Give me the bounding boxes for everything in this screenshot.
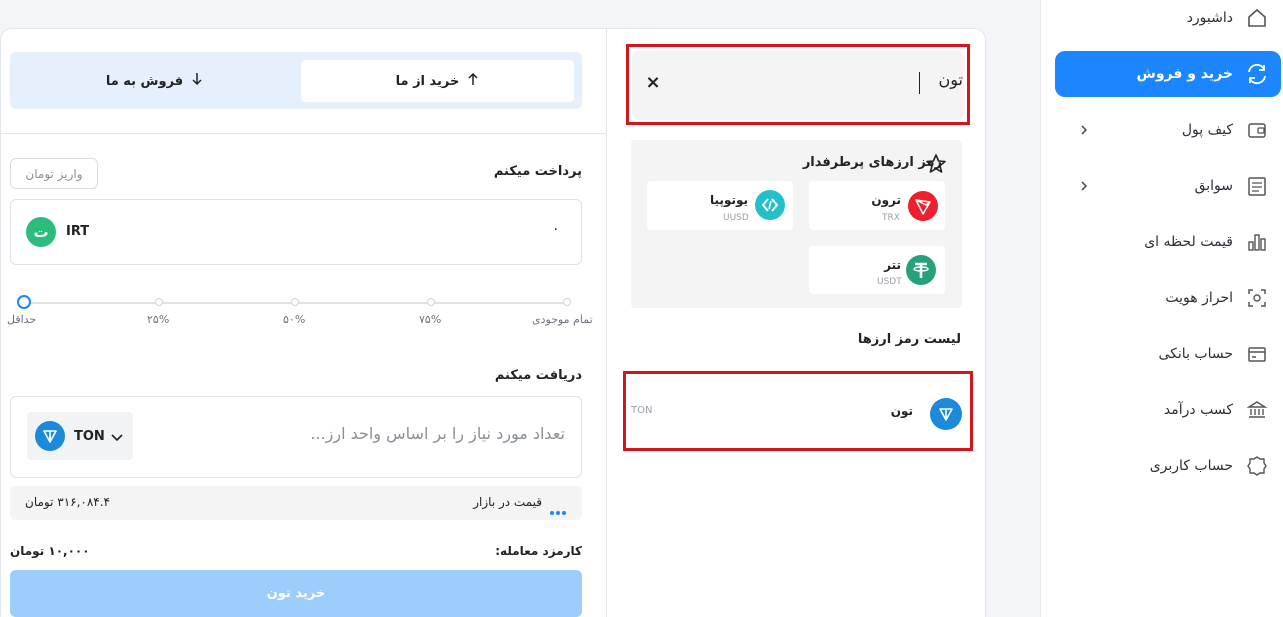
sidebar-item-label: قیمت لحظه ای xyxy=(1144,234,1233,250)
tab-label: فروش به ما xyxy=(105,73,184,89)
market-price-label: قیمت در بازار xyxy=(473,495,542,509)
pay-label: پرداخت میکنم xyxy=(493,164,582,179)
pay-currency-code: IRT xyxy=(66,224,90,239)
bank-card-icon xyxy=(1245,342,1269,366)
fee-label: کارمزد معامله: xyxy=(495,544,582,558)
slider-step-25[interactable] xyxy=(155,298,163,306)
tab-buy-from-us[interactable]: خرید از ما xyxy=(301,60,574,102)
wallet-icon xyxy=(1245,118,1269,142)
slider-label-min: حداقل xyxy=(7,313,37,326)
coin-symbol: USDT xyxy=(877,277,902,287)
toman-logo-icon: ت xyxy=(26,217,56,247)
slider-step-75[interactable] xyxy=(427,298,435,306)
star-icon xyxy=(925,153,947,175)
history-icon xyxy=(1245,174,1269,198)
tab-label: خرید از ما xyxy=(395,73,460,89)
exchange-icon xyxy=(1245,62,1269,86)
slider-label-all: تمام موجودی xyxy=(532,313,593,326)
chart-icon xyxy=(1245,230,1269,254)
search-highlight-outline xyxy=(626,44,970,125)
sidebar: داشبورد خرید و فروش کیف پول سوابق قیمت ل… xyxy=(1040,0,1283,617)
tron-logo-icon xyxy=(908,191,938,221)
popular-coins-title: رمز ارزهای پرطرفدار xyxy=(802,155,942,170)
deposit-toman-button[interactable]: واریز تومان xyxy=(10,158,98,189)
sidebar-item-label: احراز هویت xyxy=(1165,290,1233,306)
coin-name: ترون xyxy=(871,193,901,207)
sidebar-item-dashboard[interactable]: داشبورد xyxy=(1055,0,1281,41)
pay-amount-value[interactable]: ۰ xyxy=(552,221,560,237)
sidebar-item-buy-sell[interactable]: خرید و فروش xyxy=(1055,51,1281,97)
slider-label-25: ۲۵% xyxy=(147,313,170,326)
fee-value: ۱۰,۰۰۰ تومان xyxy=(10,544,90,558)
sidebar-item-label: کسب درآمد xyxy=(1163,402,1233,418)
page-gap xyxy=(986,0,1040,617)
user-badge-icon xyxy=(1245,454,1269,478)
market-price-value: ۳۱۶,۰۸۴.۴ تومان xyxy=(25,495,110,509)
sidebar-item-bank-account[interactable]: حساب بانکی xyxy=(1055,331,1281,377)
buy-ton-button[interactable]: خرید تون xyxy=(10,570,582,617)
sidebar-item-label: حساب بانکی xyxy=(1158,346,1234,362)
sidebar-item-wallet[interactable]: کیف پول xyxy=(1055,107,1281,153)
arrow-down-icon xyxy=(191,72,203,90)
slider-label-75: ۷۵% xyxy=(419,313,442,326)
tether-logo-icon xyxy=(906,255,936,285)
crypto-list-title: لیست رمز ارزها xyxy=(857,332,961,347)
sidebar-item-label: سوابق xyxy=(1194,178,1233,194)
bank-building-icon xyxy=(1245,398,1269,422)
arrow-up-icon xyxy=(467,72,479,90)
tab-sell-to-us[interactable]: فروش به ما xyxy=(18,60,291,102)
sidebar-item-label: داشبورد xyxy=(1186,10,1233,26)
chevron-left-icon[interactable] xyxy=(1075,121,1093,139)
sidebar-item-kyc[interactable]: احراز هویت xyxy=(1055,275,1281,321)
home-icon xyxy=(1245,6,1269,30)
ton-logo-icon xyxy=(35,421,65,451)
coin-symbol: UUSD xyxy=(723,213,749,223)
slider-step-100[interactable] xyxy=(563,298,571,306)
pay-amount-input[interactable] xyxy=(10,199,582,265)
sidebar-item-user-account[interactable]: حساب کاربری xyxy=(1055,443,1281,489)
sidebar-item-history[interactable]: سوابق xyxy=(1055,163,1281,209)
slider-label-50: ۵۰% xyxy=(283,313,306,326)
chevron-left-icon[interactable] xyxy=(1075,177,1093,195)
sidebar-item-live-price[interactable]: قیمت لحظه ای xyxy=(1055,219,1281,265)
more-dots-icon[interactable] xyxy=(549,501,567,520)
receive-amount-placeholder[interactable]: تعداد مورد نیاز را بر اساس واحد ارز... xyxy=(310,424,565,443)
sidebar-item-label: خرید و فروش xyxy=(1136,66,1234,82)
slider-step-50[interactable] xyxy=(291,298,299,306)
receive-label: دریافت میکنم xyxy=(494,368,582,383)
coin-name: تتر xyxy=(884,258,901,272)
identity-scan-icon xyxy=(1245,286,1269,310)
coin-name: یوتوپیا xyxy=(710,193,748,207)
sidebar-item-label: حساب کاربری xyxy=(1149,458,1233,474)
utopia-logo-icon xyxy=(755,190,785,220)
sidebar-item-earn[interactable]: کسب درآمد xyxy=(1055,387,1281,433)
section-separator xyxy=(0,133,606,134)
coin-symbol: TRX xyxy=(882,213,900,223)
column-divider xyxy=(606,28,607,617)
receive-currency-code: TON xyxy=(74,429,105,444)
sidebar-item-label: کیف پول xyxy=(1181,122,1233,138)
chevron-down-icon[interactable] xyxy=(109,430,125,449)
ton-row-highlight-outline xyxy=(623,371,973,451)
slider-handle[interactable] xyxy=(17,295,31,309)
